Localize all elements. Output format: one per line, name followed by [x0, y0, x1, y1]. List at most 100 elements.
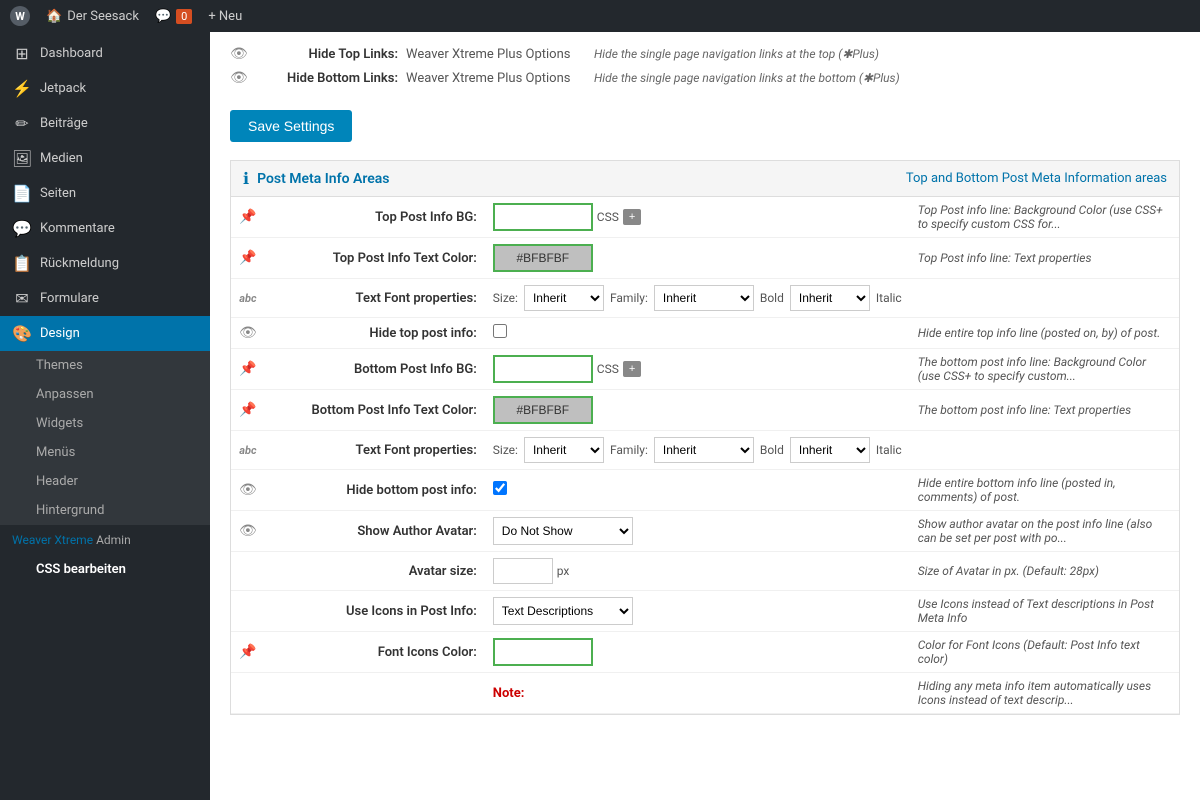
font-icons-color-input[interactable]	[493, 638, 593, 666]
sidebar-item-themes[interactable]: Themes	[0, 351, 210, 380]
new-label: + Neu	[208, 9, 242, 24]
sidebar-item-beitraege[interactable]: ✏ Beiträge	[0, 106, 210, 141]
content-area: 👁 Hide Top Links: Weaver Xtreme Plus Opt…	[210, 32, 1200, 800]
font-row-bottom: Size: Inherit Family: Inherit Bold	[493, 437, 902, 463]
settings-wrap: 👁 Hide Top Links: Weaver Xtreme Plus Opt…	[210, 32, 1200, 745]
font-row: Size: Inherit Family: Inherit Bold	[493, 285, 902, 311]
text-font-props-bottom-control: Size: Inherit Family: Inherit Bold	[485, 431, 910, 470]
sidebar-item-header[interactable]: Header	[0, 467, 210, 496]
px-label: px	[557, 564, 570, 578]
use-icons-in-post-info-select[interactable]: Text Descriptions Icons Both	[493, 597, 633, 625]
sidebar-label-rueckmeldung: Rückmeldung	[40, 256, 119, 271]
show-author-avatar-label: Show Author Avatar:	[265, 511, 485, 552]
hide-top-post-info-control	[485, 318, 910, 349]
sidebar-item-formulare[interactable]: ✉ Formulare	[0, 281, 210, 316]
text-font-props-bottom-desc	[910, 431, 1179, 470]
new-content-link[interactable]: + Neu	[208, 9, 242, 24]
sidebar-item-hintergrund[interactable]: Hintergrund	[0, 496, 210, 525]
sidebar-item-anpassen[interactable]: Anpassen	[0, 380, 210, 409]
top-post-info-text-color-input[interactable]	[493, 244, 593, 272]
table-row: abc Text Font properties: Size: Inherit …	[231, 431, 1179, 470]
info-icon: ℹ	[243, 169, 249, 188]
rueckmeldung-icon: 📋	[12, 254, 32, 273]
italic-label: Italic	[876, 291, 902, 305]
hide-top-post-info-checkbox[interactable]	[493, 324, 507, 338]
color-input-wrap: CSS +	[493, 203, 902, 231]
sidebar-item-menues[interactable]: Menüs	[0, 438, 210, 467]
abc-icon-bottom: abc	[239, 444, 256, 457]
hide-bottom-post-info-desc: Hide entire bottom info line (posted in,…	[910, 470, 1179, 511]
top-post-info-bg-desc: Top Post info line: Background Color (us…	[910, 197, 1179, 238]
sidebar: ⊞ Dashboard ⚡ Jetpack ✏ Beiträge 🖼 Medie…	[0, 32, 210, 800]
site-name: Der Seesack	[67, 9, 139, 24]
show-author-avatar-select[interactable]: Do Not Show Show Show Small	[493, 517, 633, 545]
sidebar-item-kommentare[interactable]: 💬 Kommentare	[0, 211, 210, 246]
main-layout: ⊞ Dashboard ⚡ Jetpack ✏ Beiträge 🖼 Medie…	[0, 32, 1200, 800]
jetpack-icon: ⚡	[12, 79, 32, 98]
bold-label: Bold	[760, 291, 784, 305]
sidebar-item-rueckmeldung[interactable]: 📋 Rückmeldung	[0, 246, 210, 281]
note-label: Note:	[493, 686, 525, 701]
hide-top-post-info-desc: Hide entire top info line (posted on, by…	[910, 318, 1179, 349]
sidebar-item-seiten[interactable]: 📄 Seiten	[0, 176, 210, 211]
avatar-size-input[interactable]	[493, 558, 553, 584]
top-post-info-bg-input[interactable]	[493, 203, 593, 231]
bottom-post-info-text-color-input[interactable]	[493, 396, 593, 424]
top-post-info-bg-label: Top Post Info BG:	[265, 197, 485, 238]
eye-icon-hide-bottom: 👁	[239, 482, 257, 498]
table-row: Note: Hiding any meta info item automati…	[231, 673, 1179, 714]
table-row: 📌 Bottom Post Info Text Color: The botto…	[231, 390, 1179, 431]
font-size-select-bottom[interactable]: Inherit	[524, 437, 604, 463]
table-row: 📌 Bottom Post Info BG: CSS + The bott	[231, 349, 1179, 390]
avatar-size-desc: Size of Avatar in px. (Default: 28px)	[910, 552, 1179, 591]
sidebar-item-css-bearbeiten[interactable]: CSS bearbeiten	[0, 555, 210, 584]
table-row: 📌 Top Post Info Text Color: Top Post inf…	[231, 238, 1179, 279]
font-bold-select-bottom[interactable]: Inherit	[790, 437, 870, 463]
sidebar-item-design[interactable]: 🎨 Design	[0, 316, 210, 351]
sidebar-item-jetpack[interactable]: ⚡ Jetpack	[0, 71, 210, 106]
seiten-icon: 📄	[12, 184, 32, 203]
table-row: 👁 Hide bottom post info: Hide entire bot…	[231, 470, 1179, 511]
table-row: 📌 Font Icons Color: Color for Font Icons…	[231, 632, 1179, 673]
sidebar-item-medien[interactable]: 🖼 Medien	[0, 141, 210, 176]
show-author-avatar-control: Do Not Show Show Show Small	[485, 511, 910, 552]
hide-bottom-post-info-checkbox[interactable]	[493, 481, 507, 495]
text-font-props-top-label: Text Font properties:	[265, 279, 485, 318]
size-label-b: Size:	[493, 443, 518, 457]
save-settings-button[interactable]: Save Settings	[230, 110, 352, 142]
eye-icon-avatar: 👁	[239, 523, 257, 539]
bold-label-b: Bold	[760, 443, 784, 457]
text-font-props-bottom-label: Text Font properties:	[265, 431, 485, 470]
eye-icon: 👁	[239, 325, 257, 341]
bottom-post-info-bg-input[interactable]	[493, 355, 593, 383]
css-plus-button[interactable]: +	[623, 209, 641, 225]
top-post-info-text-color-label: Top Post Info Text Color:	[265, 238, 485, 279]
comments-link[interactable]: 💬 0	[155, 9, 192, 24]
font-family-select-bottom[interactable]: Inherit	[654, 437, 754, 463]
font-icons-color-label: Font Icons Color:	[265, 632, 485, 673]
kommentare-icon: 💬	[12, 219, 32, 238]
comment-icon: 💬	[155, 9, 171, 24]
hide-bottom-links-value: Weaver Xtreme Plus Options	[406, 71, 586, 86]
avatar-px-wrap: px	[493, 558, 902, 584]
font-size-select-top[interactable]: Inherit	[524, 285, 604, 311]
site-name-link[interactable]: 🏠 Der Seesack	[46, 9, 139, 24]
pin-green-icon-bottom: 📌	[239, 361, 256, 377]
font-bold-select-top[interactable]: Inherit	[790, 285, 870, 311]
table-row: 📌 Top Post Info BG: CSS + Top Post in	[231, 197, 1179, 238]
hide-top-post-info-label: Hide top post info:	[265, 318, 485, 349]
css-plus-button-bottom[interactable]: +	[623, 361, 641, 377]
wp-logo-link[interactable]: W	[10, 6, 30, 26]
section-title: Post Meta Info Areas	[257, 171, 389, 187]
font-family-select-top[interactable]: Inherit	[654, 285, 754, 311]
pin-blue-icon-bottom: 📌	[239, 402, 256, 418]
note-desc: Hiding any meta info item automatically …	[910, 673, 1179, 714]
admin-role: Admin	[96, 533, 131, 547]
admin-bar: W 🏠 Der Seesack 💬 0 + Neu	[0, 0, 1200, 32]
table-row: 👁 Hide top post info: Hide entire top in…	[231, 318, 1179, 349]
hide-top-links-row: 👁 Hide Top Links: Weaver Xtreme Plus Opt…	[230, 42, 1180, 66]
sidebar-item-dashboard[interactable]: ⊞ Dashboard	[0, 36, 210, 71]
sidebar-item-widgets[interactable]: Widgets	[0, 409, 210, 438]
top-post-info-text-color-desc: Top Post info line: Text properties	[910, 238, 1179, 279]
table-row: 👁 Show Author Avatar: Do Not Show Show S…	[231, 511, 1179, 552]
